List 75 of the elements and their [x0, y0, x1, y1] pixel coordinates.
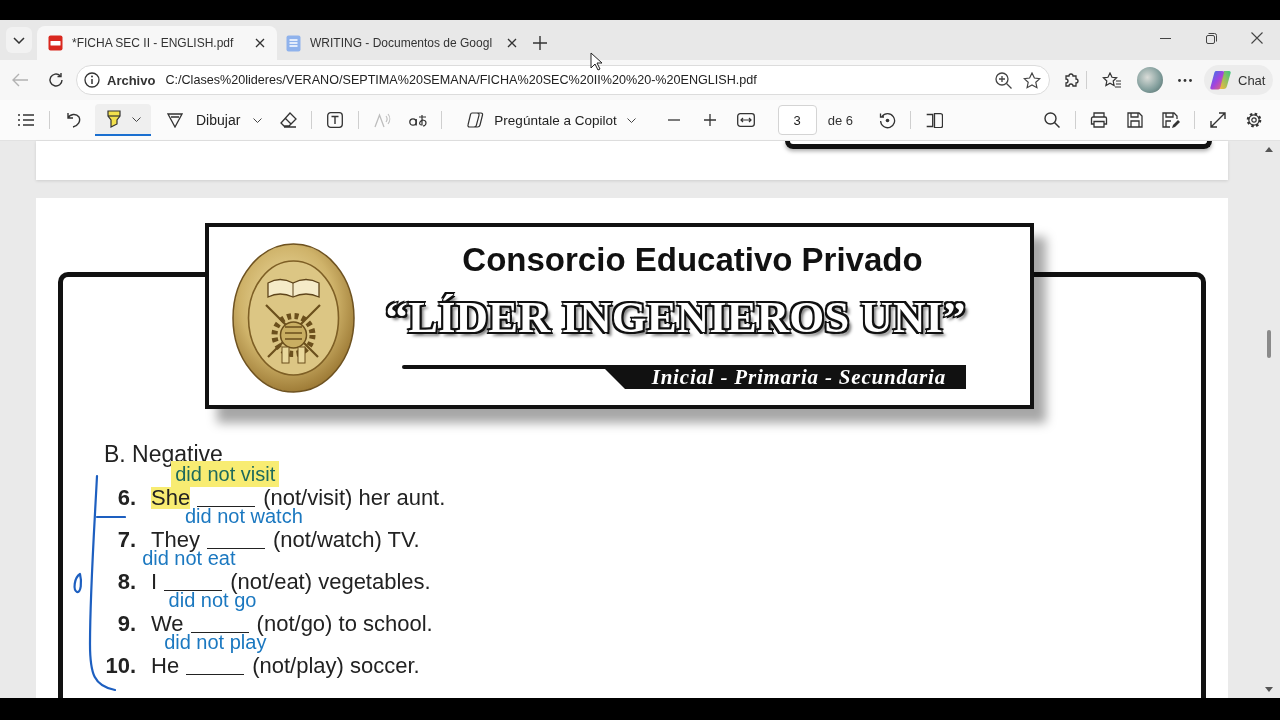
url-text: C:/Clases%20lideres/VERANO/SEPTIMA%20SEMANA/FICHA%20SEC%20II%20%20-%20ENGLISH.pdf — [165, 73, 757, 87]
tab-list-button[interactable] — [6, 27, 32, 53]
close-icon[interactable] — [507, 38, 517, 48]
more-icon[interactable] — [1178, 78, 1192, 82]
two-page-icon — [925, 112, 943, 128]
list-icon — [18, 114, 34, 126]
exercise-prompt: (not/go) to school. — [256, 613, 433, 635]
close-icon — [1251, 32, 1263, 44]
exercise-subject: They — [151, 529, 200, 551]
exercise-prompt: (not/eat) vegetables. — [230, 571, 431, 593]
chat-button[interactable]: Chat — [1204, 65, 1274, 95]
caret-down-icon — [626, 117, 636, 123]
exercise-prompt: (not/watch) TV. — [272, 529, 420, 551]
search-icon — [1044, 112, 1060, 128]
minimize-icon — [1159, 37, 1171, 39]
school-levels-tagline: Inicial - Primaria - Secundaria — [651, 365, 946, 389]
page-number-field[interactable]: 3 — [777, 105, 817, 135]
exercise-subject: She — [151, 487, 191, 509]
origin-label: Archivo — [107, 72, 156, 88]
handwritten-answer: did not visit — [175, 464, 276, 484]
settings-icon — [1245, 111, 1263, 129]
fit-width-icon — [736, 113, 755, 127]
pdf-file-icon — [48, 35, 63, 51]
draw-button[interactable]: Dibujar — [159, 104, 271, 136]
exercise-number: 7. — [116, 529, 136, 551]
address-bar[interactable]: Archivo C:/Clases%20lideres/VERANO/SEPTIMA%20SEMANA/FICHA%20SEC%20II%20%20-%20ENGLISH.pdf — [76, 65, 1050, 95]
exercise-prompt: (not/visit) her aunt. — [263, 487, 446, 509]
exercise-subject: He — [151, 655, 180, 677]
undo-icon — [65, 112, 81, 128]
exercise-subject: We — [151, 613, 184, 635]
refresh-icon — [48, 72, 64, 88]
minus-icon — [667, 119, 680, 121]
highlight-button[interactable] — [95, 104, 151, 136]
highlighter-icon — [105, 110, 122, 128]
caret-down-icon — [131, 116, 141, 122]
profile-avatar[interactable] — [1137, 67, 1163, 93]
restore-icon — [1205, 32, 1217, 44]
scrollbar-thumb[interactable] — [1267, 330, 1271, 358]
text-box-icon — [327, 112, 344, 128]
school-name-title: “LÍDER INGENIEROS UNI” — [355, 290, 1030, 344]
copilot-icon — [467, 112, 485, 128]
back-arrow-icon — [12, 73, 28, 87]
browser-tab[interactable]: WRITING - Documentos de Googl — [279, 26, 523, 60]
info-icon — [84, 72, 100, 88]
plus-icon — [703, 114, 716, 126]
exercise-number: 9. — [116, 613, 136, 635]
floppy-disk-pen-icon — [1162, 111, 1180, 129]
read-aloud-icon — [373, 112, 391, 128]
eraser-icon — [279, 112, 297, 128]
caret-down-icon — [13, 36, 25, 44]
rotate-icon — [878, 111, 896, 129]
expand-arrow-icon — [1210, 112, 1226, 128]
document-icon — [286, 34, 301, 52]
puzzle-piece-icon[interactable] — [1063, 71, 1081, 89]
exercise-subject: I — [151, 571, 158, 593]
exercise-number: 8. — [116, 571, 136, 593]
ask-copilot-button[interactable]: Pregúntale a Copilot — [459, 104, 644, 136]
new-tab-icon[interactable] — [533, 36, 547, 50]
caret-down-icon — [253, 117, 263, 123]
scroll-down-arrow-icon[interactable] — [1265, 687, 1273, 692]
copilot-icon — [1210, 70, 1232, 90]
printer-icon — [1090, 112, 1108, 128]
star-icon[interactable] — [1023, 71, 1041, 89]
close-icon[interactable] — [255, 38, 265, 48]
translate-icon — [408, 113, 428, 127]
browser-tab[interactable]: *FICHA SEC II - ENGLISH.pdf — [37, 26, 277, 60]
school-consortium-title: Consorcio Educativo Privado — [461, 241, 924, 279]
page-count: de 6 — [827, 112, 853, 128]
pen-tip-icon — [167, 112, 183, 128]
favorites-icon[interactable] — [1102, 71, 1122, 89]
scroll-up-arrow-icon[interactable] — [1265, 147, 1273, 152]
zoom-in-icon[interactable] — [995, 71, 1012, 89]
exercise-number: 10. — [104, 655, 136, 677]
exercise-number: 6. — [116, 487, 136, 509]
exercise-prompt: (not/play) soccer. — [252, 655, 420, 677]
